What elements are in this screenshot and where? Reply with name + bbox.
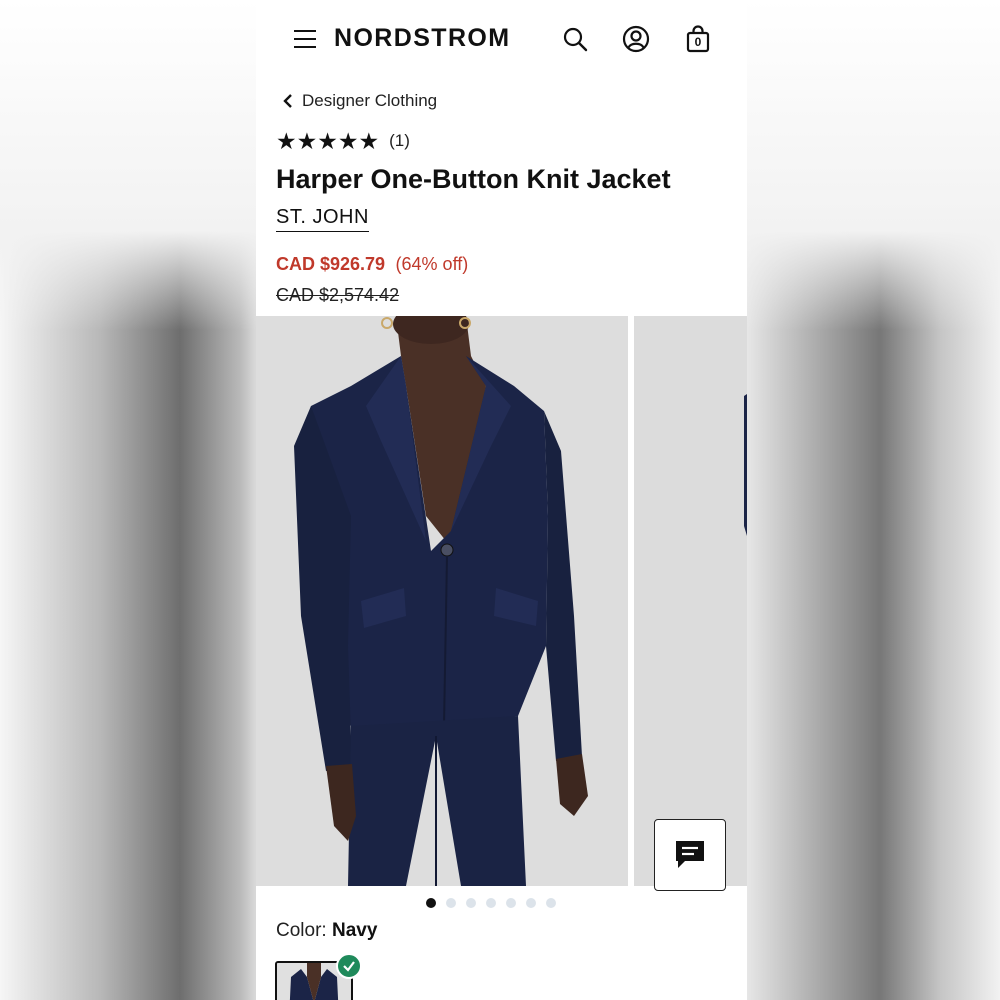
hamburger-menu-icon[interactable]: [294, 28, 316, 48]
breadcrumb[interactable]: Designer Clothing: [282, 90, 437, 112]
star-icon: ★: [358, 128, 380, 154]
nordstrom-logo[interactable]: NORDSTROM: [334, 24, 510, 53]
star-icon: ★: [337, 128, 359, 154]
star-icon: ★: [317, 128, 338, 154]
price-row: CAD $926.79 (64% off): [276, 254, 468, 275]
chevron-left-icon: [283, 94, 292, 108]
bag-count: 0: [694, 35, 702, 49]
carousel-dot[interactable]: [506, 898, 516, 908]
carousel-dot[interactable]: [426, 898, 436, 908]
product-image-next[interactable]: [634, 316, 747, 886]
chat-button[interactable]: [654, 819, 726, 891]
account-icon[interactable]: [622, 25, 650, 53]
product-title: Harper One-Button Knit Jacket: [276, 164, 671, 194]
carousel-dot[interactable]: [546, 898, 556, 908]
shopping-bag-icon[interactable]: 0: [684, 25, 712, 53]
carousel-dot[interactable]: [486, 898, 496, 908]
star-icon: ★: [296, 128, 318, 154]
breadcrumb-label: Designer Clothing: [302, 91, 438, 110]
brand-link[interactable]: ST. JOHN: [276, 206, 369, 232]
color-value: Navy: [331, 920, 378, 941]
carousel-dot[interactable]: [466, 898, 476, 908]
selected-check-icon: [336, 953, 362, 979]
mobile-product-page: NORDSTROM 0 Designer Clothing ★ ★ ★ ★ ★: [256, 0, 747, 1000]
carousel-dot[interactable]: [526, 898, 536, 908]
color-label-row: Color: Navy: [276, 920, 377, 942]
sale-price: CAD $926.79: [276, 254, 386, 274]
discount-percent: (64% off): [395, 254, 469, 274]
site-header: NORDSTROM 0: [256, 0, 747, 78]
carousel-dot[interactable]: [446, 898, 456, 908]
chat-icon: [676, 841, 704, 868]
product-image-main[interactable]: [256, 316, 628, 886]
rating-stars[interactable]: ★ ★ ★ ★ ★ (1): [276, 128, 410, 154]
original-price: CAD $2,574.42: [276, 285, 400, 305]
star-icon: ★: [276, 128, 297, 154]
next-photo-preview: [634, 316, 747, 886]
model-photo: [256, 316, 628, 886]
search-icon[interactable]: [561, 25, 589, 53]
color-label: Color:: [276, 920, 327, 941]
carousel-dots[interactable]: [426, 898, 566, 908]
review-count: (1): [389, 131, 410, 150]
